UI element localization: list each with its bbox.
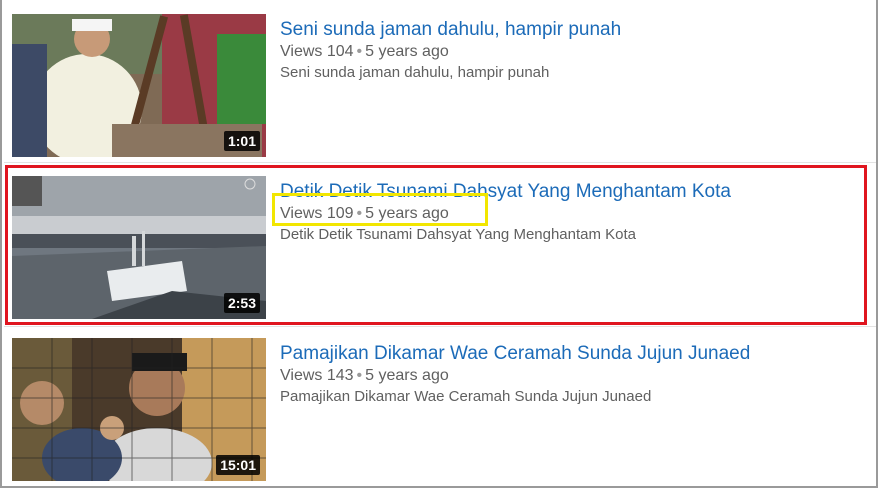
video-title-link[interactable]: Pamajikan Dikamar Wae Ceramah Sunda Juju… — [280, 342, 750, 366]
video-list: 1:01 Seni sunda jaman dahulu, hampir pun… — [0, 0, 878, 488]
divider — [4, 326, 876, 327]
view-count: Views 143 — [280, 367, 354, 384]
separator-dot: • — [356, 43, 363, 60]
video-description: Seni sunda jaman dahulu, hampir punah — [280, 64, 550, 81]
view-count: Views 109 — [280, 205, 354, 222]
video-meta: Views 143 • 5 years ago — [280, 366, 449, 386]
video-thumbnail[interactable]: 2:53 — [12, 176, 266, 319]
video-meta: Views 104 • 5 years ago — [280, 42, 449, 62]
divider — [4, 162, 876, 163]
video-meta: Views 109 • 5 years ago — [280, 204, 449, 224]
video-title-link[interactable]: Seni sunda jaman dahulu, hampir punah — [280, 18, 621, 42]
video-duration: 1:01 — [223, 131, 260, 151]
video-duration: 2:53 — [223, 293, 260, 313]
upload-age: 5 years ago — [365, 43, 449, 60]
video-description: Pamajikan Dikamar Wae Ceramah Sunda Juju… — [280, 388, 652, 405]
video-thumbnail[interactable]: 1:01 — [12, 14, 266, 157]
video-title-link[interactable]: Detik Detik Tsunami Dahsyat Yang Menghan… — [280, 180, 731, 204]
separator-dot: • — [356, 367, 363, 384]
video-thumbnail[interactable]: 15:01 — [12, 338, 266, 481]
video-duration: 15:01 — [216, 455, 260, 475]
upload-age: 5 years ago — [365, 367, 449, 384]
upload-age: 5 years ago — [365, 205, 449, 222]
video-item[interactable]: 1:01 Seni sunda jaman dahulu, hampir pun… — [2, 4, 876, 166]
video-description: Detik Detik Tsunami Dahsyat Yang Menghan… — [280, 226, 637, 243]
video-item[interactable]: 2:53 Detik Detik Tsunami Dahsyat Yang Me… — [2, 166, 876, 328]
separator-dot: • — [356, 205, 363, 222]
video-item[interactable]: 15:01 Pamajikan Dikamar Wae Ceramah Sund… — [2, 328, 876, 490]
view-count: Views 104 — [280, 43, 354, 60]
